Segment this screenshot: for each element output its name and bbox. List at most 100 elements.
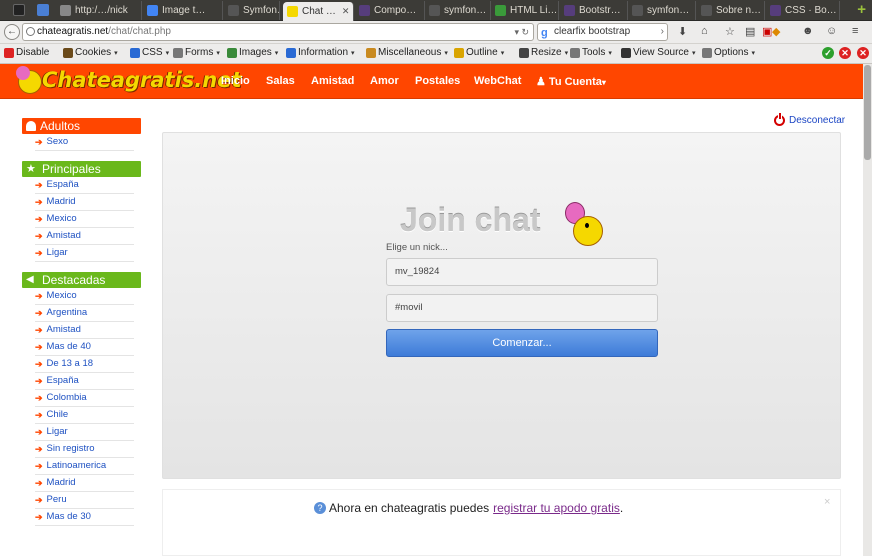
back-button[interactable]: ← [4,24,20,40]
menu-icon[interactable]: ≡ [852,25,858,37]
webdev-menu-label: View Source [633,47,689,58]
reload-icon[interactable]: ▾ ↻ [514,24,529,40]
sidebar-link[interactable]: ➔ Madrid [35,475,134,492]
chateagratis-icon [287,6,298,17]
register-nick-link[interactable]: registrar tu apodo gratis [493,501,620,515]
start-button[interactable]: Comenzar... [386,329,658,357]
sidebar-header-label: Principales [42,162,101,176]
sidebar-link[interactable]: ➔ Sexo [35,134,134,151]
promo-close-button[interactable]: × [824,496,830,508]
download-icon[interactable]: ⬇ [678,25,687,38]
smiley-addon-icon[interactable]: ☻ [802,25,814,37]
browser-tab[interactable]: Sobre n… [697,1,765,20]
sidebar-header-adultos: Adultos [22,118,141,134]
webdev-menu-resize[interactable]: Resize ▾ [519,47,568,58]
webdev-menu-miscellaneous[interactable]: Miscellaneous ▾ [366,47,448,58]
webdev-menu-disable[interactable]: Disable [4,47,49,58]
bookmarks-menu-icon[interactable]: ▤ [745,25,755,38]
addon-icon[interactable]: ▣ [762,25,772,38]
home-icon[interactable]: ⌂ [701,25,708,37]
sidebar-link[interactable]: ➔ Amistad [35,322,134,339]
promo-suffix: . [619,501,624,515]
sidebar-link[interactable]: ➔ Sin registro [35,441,134,458]
sidebar-link[interactable]: ➔ Mexico [35,211,134,228]
sidebar-link[interactable]: ➔ España [35,177,134,194]
nav-item-amistad[interactable]: Amistad [311,75,354,87]
sidebar-link[interactable]: ➔ Latinoamerica [35,458,134,475]
webdev-menu-label: Disable [16,47,50,58]
browser-tab[interactable]: HTML Li… [491,1,559,20]
nick-input[interactable]: mv_19824 [386,258,658,286]
webdev-menu-information[interactable]: Information ▾ [286,47,355,58]
sidebar-link[interactable]: ➔ Chile [35,407,134,424]
sidebar-link[interactable]: ➔ Mas de 40 [35,339,134,356]
webdev-menu-css[interactable]: CSS ▾ [130,47,169,58]
sidebar-link[interactable]: ➔ Peru [35,492,134,509]
addon2-icon[interactable]: ◆ [772,25,780,38]
room-input[interactable]: #movil [386,294,658,322]
sidebar-link[interactable]: ➔ Madrid [35,194,134,211]
webdev-menu-tools[interactable]: Tools ▾ [570,47,612,58]
browser-tab[interactable]: symfon… [628,1,696,20]
nick-label: Elige un nick... [386,242,448,253]
bookmark-star-icon[interactable]: ☆ [725,25,735,38]
search-input[interactable]: clearfix bootstrap [554,26,630,37]
sidebar-header-label: Adultos [40,119,81,133]
validate-ok-icon[interactable]: ✓ [822,47,834,59]
bootstrap-icon [359,5,370,16]
error-icon[interactable]: ✕ [839,47,851,59]
webdev-menu-forms[interactable]: Forms ▾ [173,47,220,58]
browser-tab[interactable]: Bootstr… [560,1,628,20]
search-bar[interactable]: g clearfix bootstrap › [537,23,668,41]
nav-item-amor[interactable]: Amor [370,75,399,87]
pacman-icon [573,216,603,246]
webdev-menu-options[interactable]: Options ▾ [702,47,755,58]
sidebar-link[interactable]: ➔ Mas de 30 [35,509,134,526]
sidebar-link[interactable]: ➔ Ligar [35,424,134,441]
sidebar-link[interactable]: ➔ Mexico [35,288,134,305]
search-go-icon[interactable]: › [661,24,664,40]
webdev-menu-view-source[interactable]: View Source ▾ [621,47,695,58]
webdev-menu-images[interactable]: Images ▾ [227,47,278,58]
pacman-eye [585,223,589,228]
webdev-menu-cookies[interactable]: Cookies ▾ [63,47,118,58]
browser-tab[interactable]: Chat … ✕ [283,2,354,21]
nav-item-inicio[interactable]: Inicio [221,75,250,87]
browser-tab[interactable]: Compo… [355,1,425,20]
nav-item-postales[interactable]: Postales [415,75,460,87]
webdev-menu-label: Information [298,47,349,58]
symfony-icon [228,5,239,16]
site-logo[interactable]: Chateagratis.net [16,66,242,96]
browser-tab[interactable]: http:/…/nick [56,1,142,20]
sidebar-link[interactable]: ➔ De 13 a 18 [35,356,134,373]
nav-item-salas[interactable]: Salas [266,75,295,87]
sidebar-link[interactable]: ➔ Argentina [35,305,134,322]
close-tab-icon[interactable]: ✕ [342,6,350,17]
sidebar-link[interactable]: ➔ España [35,373,134,390]
github-icon[interactable] [13,4,25,16]
new-tab-button[interactable]: + [857,2,866,18]
nav-item-webchat[interactable]: WebChat [474,75,521,87]
browser-tab[interactable]: CSS · Bo… [766,1,840,20]
scrollbar-thumb[interactable] [864,65,871,160]
nav-item-tu-cuenta[interactable]: ♟ Tu Cuenta▾ [536,75,606,88]
chat-addon-icon[interactable]: ☺ [826,25,837,37]
close-toolbar-icon[interactable]: ✕ [857,47,869,59]
arrow-right-icon: ➔ [35,291,43,301]
webdev-menu-outline[interactable]: Outline ▾ [454,47,504,58]
chevron-down-icon: ▾ [500,49,505,57]
page-scrollbar[interactable] [863,64,872,556]
pinned-tab-icon[interactable] [37,4,49,16]
sidebar-link[interactable]: ➔ Colombia [35,390,134,407]
arrow-right-icon: ➔ [35,342,43,352]
disconnect-link[interactable]: Desconectar [774,113,845,126]
browser-tab[interactable]: symfon… [425,1,491,20]
url-bar[interactable]: chateagratis.net/chat/chat.php ▾ ↻ [22,23,534,41]
browser-tab[interactable]: Symfon… [224,1,280,20]
sidebar-header-principales: ★ Principales [22,161,141,177]
browser-tab[interactable]: Image t… [143,1,223,20]
browser-tab-label: symfon… [444,5,487,16]
help-icon: ? [314,502,326,514]
sidebar-link[interactable]: ➔ Amistad [35,228,134,245]
sidebar-link[interactable]: ➔ Ligar [35,245,134,262]
